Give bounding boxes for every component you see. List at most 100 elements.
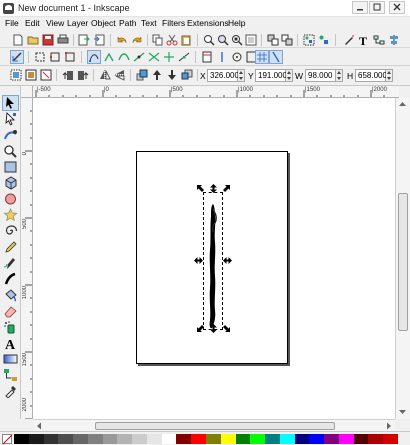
snap-bbox-edge-icon[interactable] [49,51,61,63]
enable-snapping-icon[interactable] [10,50,24,64]
menu-help[interactable]: Help [228,18,245,28]
scale-handle-top-icon[interactable] [209,184,218,193]
redo-icon[interactable] [131,34,143,46]
dropper-tool-icon[interactable] [3,384,18,398]
lower-to-bottom-icon[interactable] [181,69,193,81]
maximize-button[interactable] [369,1,385,14]
print-icon[interactable] [57,34,69,46]
w-spinner[interactable] [336,69,343,82]
gradient-tool-icon[interactable] [3,352,18,366]
color-swatch[interactable] [368,434,384,444]
snap-center-icon[interactable] [163,51,175,63]
menu-path[interactable]: Path [119,18,137,28]
color-swatch[interactable] [220,434,236,444]
color-swatch[interactable] [250,434,266,444]
selector-tool-icon[interactable] [2,95,19,111]
snap-bbox-icon[interactable] [34,51,46,63]
menu-filters[interactable]: Filters [162,18,185,28]
zoom-drawing-icon[interactable] [217,34,229,46]
show-guides-icon[interactable] [269,50,283,64]
select-all-layers-icon[interactable] [25,69,37,81]
snap-rotation-icon[interactable] [231,51,243,63]
color-swatch[interactable] [58,434,74,444]
w-input[interactable]: 98.000 [305,69,336,82]
select-all-icon[interactable] [10,69,22,81]
tweak-tool-icon[interactable] [3,128,18,142]
fill-stroke-icon[interactable] [343,34,355,46]
color-swatch[interactable] [176,434,192,444]
vertical-scroll-thumb[interactable] [398,193,408,331]
pencil-tool-icon[interactable] [3,240,18,254]
snap-page-icon[interactable] [201,51,213,63]
ungroup-icon[interactable] [318,34,330,46]
color-swatch[interactable] [87,434,103,444]
h-spinner[interactable] [386,69,393,82]
flip-horizontal-icon[interactable] [99,69,111,81]
rectangle-tool-icon[interactable] [3,160,18,174]
xml-editor-icon[interactable] [373,34,385,46]
export-icon[interactable] [93,34,105,46]
scale-handle-right-icon[interactable] [223,256,232,265]
undo-icon[interactable] [116,34,128,46]
color-swatch[interactable] [28,434,44,444]
text-tool-icon[interactable]: A [3,336,18,350]
eraser-tool-icon[interactable] [3,304,18,318]
raise-icon[interactable] [151,69,163,81]
snap-nodes-icon[interactable] [87,50,101,64]
color-swatch[interactable] [14,434,29,444]
color-swatch[interactable] [324,434,340,444]
new-document-icon[interactable] [12,34,24,46]
color-swatch[interactable] [102,434,118,444]
connector-tool-icon[interactable] [3,368,18,382]
color-swatch[interactable] [191,434,207,444]
vertical-ruler[interactable]: 0 500 1000 1500 2000 [21,98,33,419]
x-input[interactable]: 326.000 [207,69,239,82]
color-swatch[interactable] [279,434,295,444]
snap-intersection-icon[interactable] [148,51,160,63]
horizontal-ruler[interactable]: |-500 |0 |500 |1000 |1500 |2000 [33,86,399,98]
color-swatch[interactable] [383,434,399,444]
y-input[interactable]: 191.000 [255,69,287,82]
calligraphy-tool-icon[interactable] [3,272,18,286]
rotate-ccw-icon[interactable] [62,69,74,81]
scale-handle-bottom-right-icon[interactable] [222,324,231,333]
zoom-tool-icon[interactable] [3,144,18,158]
pen-tool-icon[interactable] [3,256,18,270]
unlink-clone-icon[interactable] [281,34,293,46]
minimize-button[interactable] [352,1,368,14]
horizontal-scrollbar[interactable] [33,419,395,431]
snap-cusp-icon[interactable] [103,51,115,63]
horizontal-scroll-thumb[interactable] [95,422,335,430]
scale-handle-bottom-left-icon[interactable] [196,324,205,333]
x-spinner[interactable] [238,69,245,82]
menu-extensions[interactable]: Extensions [187,18,229,28]
scale-handle-top-right-icon[interactable] [222,184,231,193]
menu-object[interactable]: Object [91,18,116,28]
scale-handle-top-left-icon[interactable] [196,184,205,193]
no-paint-swatch[interactable] [2,434,12,444]
snap-midpoint-icon[interactable] [178,51,190,63]
deselect-icon[interactable] [40,69,52,81]
align-icon[interactable] [388,34,400,46]
paint-bucket-tool-icon[interactable] [3,288,18,302]
close-button[interactable] [389,1,405,14]
color-swatch[interactable] [353,434,369,444]
import-icon[interactable] [78,34,90,46]
color-swatch[interactable] [235,434,251,444]
menu-file[interactable]: File [5,18,19,28]
save-icon[interactable] [42,34,54,46]
scale-handle-left-icon[interactable] [194,256,203,265]
menu-text[interactable]: Text [141,18,157,28]
paste-icon[interactable] [180,34,192,46]
node-tool-icon[interactable] [3,112,18,126]
color-swatch[interactable] [43,434,59,444]
menu-view[interactable]: View [46,18,64,28]
copy-icon[interactable] [152,34,164,46]
color-swatch[interactable] [117,434,133,444]
zoom-selection-icon[interactable] [203,34,215,46]
zoom-page-icon[interactable] [231,34,243,46]
lower-icon[interactable] [166,69,178,81]
ellipse-tool-icon[interactable] [3,192,18,206]
spray-tool-icon[interactable] [3,320,18,334]
snap-smooth-icon[interactable] [118,51,130,63]
